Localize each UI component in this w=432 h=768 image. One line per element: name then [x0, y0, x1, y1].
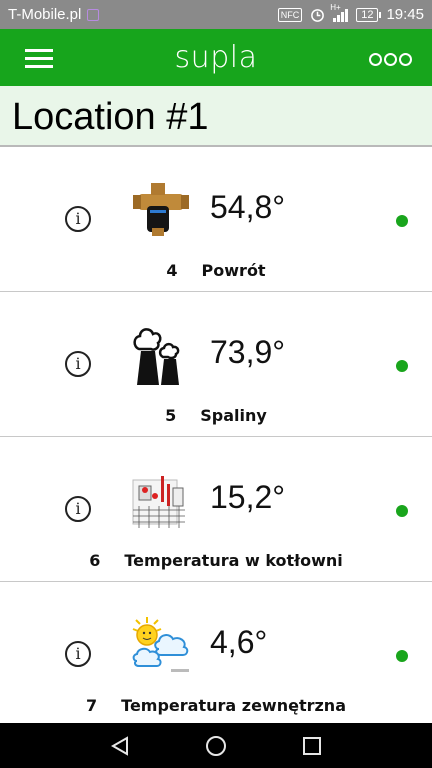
channel-caption: 7 Temperatura zewnętrzna	[0, 696, 432, 715]
online-status-dot	[396, 360, 408, 372]
status-icons: NFC H+ 12 19:45	[277, 3, 424, 23]
channel-name: Powrót	[201, 261, 266, 280]
battery-icon: 12	[356, 7, 382, 22]
channel-row[interactable]: i 73,9° 5 Spaliny	[0, 292, 432, 437]
location-header[interactable]: Location #1	[0, 86, 432, 147]
nfc-icon: NFC	[277, 7, 303, 22]
channel-caption: 4 Powrót	[0, 261, 432, 280]
chimney-smoke-icon	[133, 328, 180, 385]
channel-name: Spaliny	[200, 406, 267, 425]
channel-row[interactable]: i 15,2° 6 Temperatura w kotłowni	[0, 437, 432, 582]
info-icon[interactable]: i	[65, 351, 91, 377]
hamburger-menu-icon[interactable]	[25, 49, 53, 68]
channel-caption: 5 Spaliny	[0, 406, 432, 425]
online-status-dot	[396, 215, 408, 227]
clock-time: 19:45	[386, 6, 424, 23]
channel-row[interactable]: i 4,6° 7 Temperatura zewnętrzna	[0, 582, 432, 725]
status-bar: T-Mobile.pl NFC H+ 12 19:45	[0, 0, 432, 29]
boiler-room-icon	[132, 476, 185, 528]
home-circle-icon[interactable]	[205, 735, 227, 757]
system-navigation-bar	[0, 723, 432, 768]
alarm-clock-icon	[311, 9, 325, 22]
supla-rings-icon[interactable]	[369, 53, 412, 66]
channel-row[interactable]: i 54,8° 4 Powrót	[0, 147, 432, 292]
valve-icon	[133, 183, 189, 236]
sim-notification-icon	[87, 8, 100, 21]
temperature-value: 15,2°	[210, 479, 286, 515]
channel-caption: 6 Temperatura w kotłowni	[0, 551, 432, 570]
info-icon[interactable]: i	[65, 496, 91, 522]
location-title: Location #1	[12, 96, 209, 138]
channel-number: 6	[89, 551, 101, 570]
signal-icon: H+	[330, 3, 349, 22]
recents-square-icon[interactable]	[301, 735, 323, 757]
channel-number: 7	[86, 696, 98, 715]
network-type-label: H+	[330, 2, 341, 12]
back-triangle-icon[interactable]	[109, 735, 131, 757]
online-status-dot	[396, 505, 408, 517]
channel-list: i 54,8° 4 Powrót i 73,9° 5 Spaliny i 15,…	[0, 147, 432, 725]
temperature-value: 54,8°	[210, 189, 286, 225]
app-bar: supla	[0, 29, 432, 86]
channel-name: Temperatura zewnętrzna	[121, 696, 346, 715]
temperature-value: 73,9°	[210, 334, 286, 370]
carrier-name: T-Mobile.pl	[8, 6, 82, 23]
info-icon[interactable]: i	[65, 641, 91, 667]
info-icon[interactable]: i	[65, 206, 91, 232]
channel-number: 5	[165, 406, 177, 425]
sun-cloud-icon	[132, 617, 189, 672]
channel-number: 4	[166, 261, 178, 280]
app-title: supla	[174, 40, 258, 75]
channel-name: Temperatura w kotłowni	[124, 551, 343, 570]
temperature-value: 4,6°	[210, 624, 268, 660]
online-status-dot	[396, 650, 408, 662]
